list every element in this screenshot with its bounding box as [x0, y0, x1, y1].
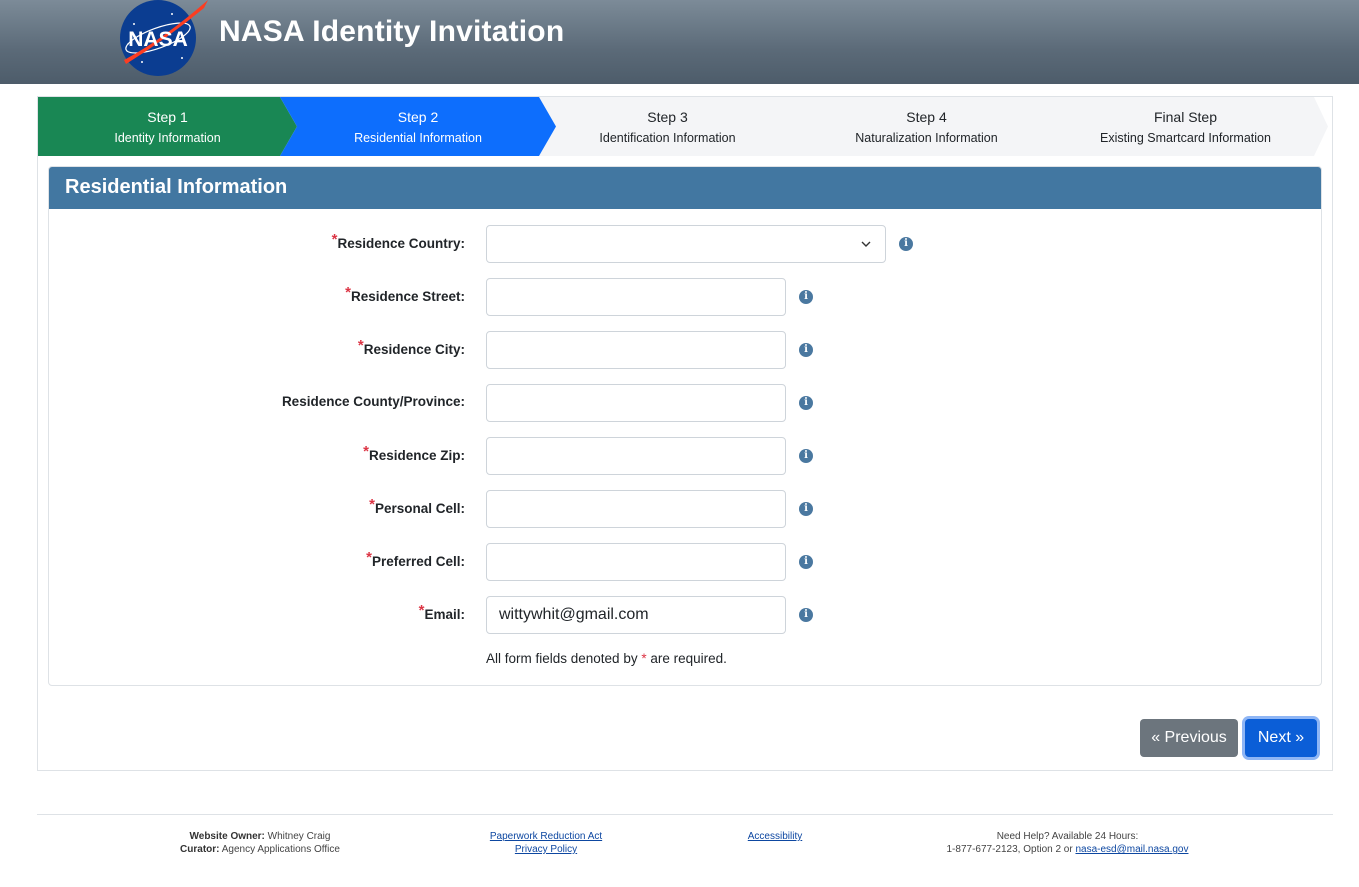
step-progress: Step 1 Identity Information Step 2 Resid…: [38, 97, 1332, 156]
help-text: Need Help? Available 24 Hours:: [996, 831, 1139, 842]
previous-button[interactable]: « Previous: [1140, 719, 1238, 757]
form-row-residence-street: *Residence Street: i: [49, 278, 1321, 318]
residential-form-card: Residential Information *Residence Count…: [48, 166, 1322, 686]
accessibility-link[interactable]: Accessibility: [748, 831, 802, 842]
form-row-residence-zip: *Residence Zip: i: [49, 437, 1321, 477]
next-button[interactable]: Next »: [1245, 719, 1317, 757]
footer-help: Need Help? Available 24 Hours: 1-877-677…: [930, 830, 1205, 856]
step-subtitle: Identification Information: [599, 131, 736, 145]
step-title: Step 1: [147, 109, 188, 125]
step-4[interactable]: Step 4 Naturalization Information: [797, 97, 1056, 156]
info-icon[interactable]: i: [799, 290, 813, 304]
residence-city-input[interactable]: [486, 331, 786, 369]
form-row-email: *Email: i: [49, 596, 1321, 636]
info-icon[interactable]: i: [799, 555, 813, 569]
info-icon[interactable]: i: [899, 237, 913, 251]
required-marker: *: [418, 602, 425, 619]
info-icon[interactable]: i: [799, 449, 813, 463]
step-2[interactable]: Step 2 Residential Information: [280, 97, 556, 156]
residence-county-input[interactable]: [486, 384, 786, 422]
email-label: *Email:: [418, 602, 465, 622]
residence-street-label: *Residence Street:: [345, 284, 465, 304]
preferred-cell-label: *Preferred Cell:: [366, 549, 465, 569]
phone-text: 1-877-677-2123, Option 2 or: [946, 844, 1073, 855]
required-marker: *: [357, 337, 364, 354]
form-row-preferred-cell: *Preferred Cell: i: [49, 543, 1321, 583]
step-1[interactable]: Step 1 Identity Information: [38, 97, 297, 156]
residence-zip-label: *Residence Zip:: [363, 443, 465, 463]
residence-street-input[interactable]: [486, 278, 786, 316]
required-marker: *: [366, 549, 372, 566]
required-fields-note: All form fields denoted by * are require…: [486, 651, 727, 666]
info-icon[interactable]: i: [799, 396, 813, 410]
step-subtitle: Naturalization Information: [855, 131, 998, 145]
footer-links: Paperwork Reduction Act Privacy Policy: [466, 830, 626, 856]
steps-end-notch: [1314, 97, 1332, 156]
step-title: Step 4: [906, 109, 947, 125]
footer-accessibility: Accessibility: [720, 830, 830, 843]
form-row-personal-cell: *Personal Cell: i: [49, 490, 1321, 530]
step-title: Final Step: [1153, 109, 1218, 125]
privacy-policy-link[interactable]: Privacy Policy: [515, 844, 577, 855]
card-heading: Residential Information: [49, 167, 1321, 209]
step-subtitle: Existing Smartcard Information: [1100, 131, 1271, 145]
required-marker: *: [345, 284, 351, 301]
info-icon[interactable]: i: [799, 502, 813, 516]
preferred-cell-input[interactable]: [486, 543, 786, 581]
residence-city-label: *Residence City:: [357, 337, 465, 357]
form-row-residence-city: *Residence City: i: [49, 331, 1321, 371]
residence-zip-input[interactable]: [486, 437, 786, 475]
paperwork-reduction-act-link[interactable]: Paperwork Reduction Act: [490, 831, 602, 842]
step-final[interactable]: Final Step Existing Smartcard Informatio…: [1056, 97, 1315, 156]
footer-owner: Website Owner: Whitney Craig Curator: Ag…: [180, 831, 340, 855]
app-header: NASA NASA Identity Invitation: [0, 0, 1359, 84]
info-icon[interactable]: i: [799, 343, 813, 357]
residence-country-select[interactable]: [486, 225, 886, 263]
step-subtitle: Identity Information: [114, 131, 221, 145]
footer-divider: [37, 814, 1333, 815]
step-subtitle: Residential Information: [354, 131, 482, 145]
step-title: Step 3: [647, 109, 688, 125]
personal-cell-label: *Personal Cell:: [369, 496, 465, 516]
email-input[interactable]: [486, 596, 786, 634]
residence-country-label: *Residence Country:: [331, 231, 465, 251]
required-marker: *: [331, 231, 338, 248]
personal-cell-input[interactable]: [486, 490, 786, 528]
app-title: NASA Identity Invitation: [219, 15, 565, 48]
support-email-link[interactable]: nasa-esd@mail.nasa.gov: [1075, 844, 1188, 855]
form-row-residence-county: Residence County/Province: i: [49, 384, 1321, 424]
wizard-panel: Step 1 Identity Information Step 2 Resid…: [37, 96, 1333, 771]
residence-county-label: Residence County/Province:: [281, 394, 465, 409]
required-marker: *: [363, 443, 369, 460]
svg-text:NASA: NASA: [128, 28, 188, 51]
step-3[interactable]: Step 3 Identification Information: [538, 97, 797, 156]
required-marker: *: [369, 496, 375, 513]
form-row-residence-country: *Residence Country: i: [49, 225, 1321, 265]
chevron-down-icon: [861, 241, 871, 247]
nasa-logo[interactable]: NASA: [112, 0, 210, 80]
info-icon[interactable]: i: [799, 608, 813, 622]
step-title: Step 2: [397, 109, 439, 125]
